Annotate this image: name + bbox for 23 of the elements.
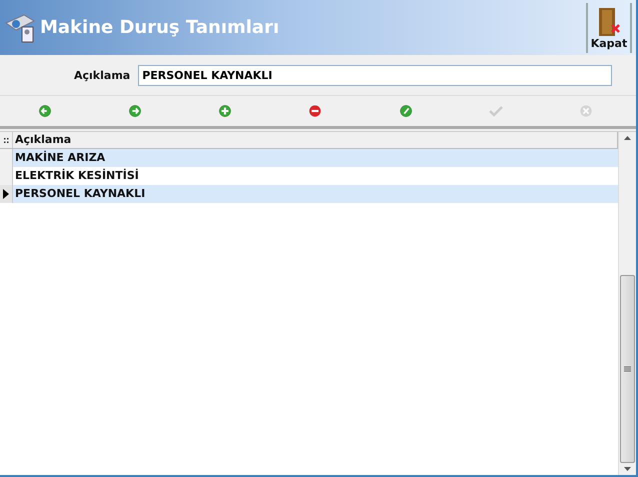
edit-button[interactable] bbox=[398, 103, 414, 119]
plus-icon bbox=[218, 104, 232, 118]
minus-icon bbox=[308, 104, 322, 118]
description-field[interactable]: PERSONEL KAYNAKLI bbox=[138, 64, 612, 86]
column-header[interactable]: Açıklama bbox=[13, 132, 72, 148]
table-cell-text: ELEKTRİK KESİNTİSİ bbox=[14, 168, 139, 184]
scrollbar-thumb[interactable] bbox=[620, 275, 635, 463]
door-icon bbox=[596, 6, 622, 36]
check-icon bbox=[488, 105, 504, 117]
close-button[interactable]: Kapat bbox=[586, 2, 632, 52]
cancel-icon bbox=[578, 104, 593, 118]
table-cell-text: MAKİNE ARIZA bbox=[14, 150, 106, 166]
table-row[interactable]: MAKİNE ARIZA bbox=[0, 149, 618, 167]
grip-icon bbox=[4, 136, 8, 144]
add-button[interactable] bbox=[217, 103, 234, 119]
field-label: Açıklama bbox=[74, 68, 130, 82]
table-cell-text: PERSONEL KAYNAKLI bbox=[14, 186, 146, 202]
pencil-icon bbox=[398, 104, 413, 118]
delete-button[interactable] bbox=[307, 103, 324, 119]
table-row[interactable]: PERSONEL KAYNAKLI bbox=[0, 185, 618, 203]
prev-button[interactable] bbox=[37, 103, 54, 119]
window-title: Makine Duruş Tanımları bbox=[40, 17, 280, 38]
next-button[interactable] bbox=[127, 103, 144, 119]
